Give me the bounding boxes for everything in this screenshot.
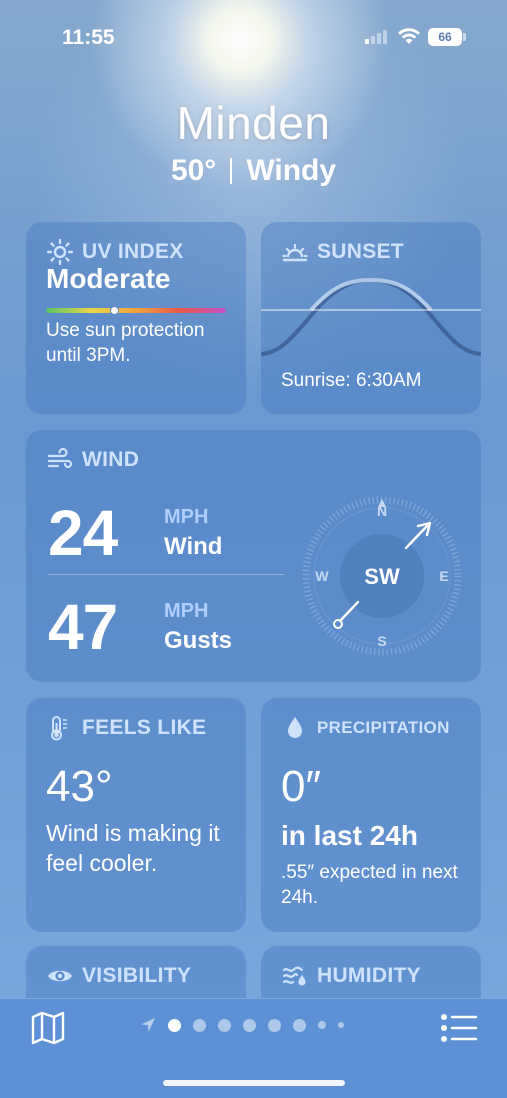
- sunset-card-title: SUNSET: [281, 238, 404, 266]
- precip-description: .55″ expected in next 24h.: [281, 862, 458, 908]
- raindrop-icon: [288, 717, 302, 738]
- wind-speed-unit-group: MPH Wind: [164, 506, 222, 561]
- sunset-title: SUNSET: [317, 240, 404, 263]
- feels-like-card[interactable]: FEELS LIKE 43° Wind is making it feel co…: [26, 698, 246, 932]
- city-name: Minden: [176, 97, 331, 149]
- condition-text: Windy: [246, 154, 337, 187]
- wind-gusts-unit: MPH: [164, 599, 209, 622]
- feels-like-value: 43°: [46, 762, 113, 811]
- humidity-icon: [282, 966, 306, 986]
- wind-divider: [48, 574, 284, 575]
- sunset-card[interactable]: SUNSET Sunrise: 6:30AM: [261, 222, 481, 414]
- wind-card-title: WIND: [46, 446, 139, 474]
- page-dot[interactable]: [318, 1021, 326, 1029]
- feels-like-description: Wind is making it feel cooler.: [46, 820, 220, 876]
- current-conditions: 50° Windy: [0, 154, 507, 188]
- eye-icon: [48, 970, 72, 982]
- wind-speed-value: 24: [48, 497, 118, 569]
- sunset-icon: [282, 243, 308, 262]
- wind-gusts-row: 47 MPH Gusts: [48, 590, 232, 664]
- uv-scale-bar: [46, 308, 226, 313]
- feels-title: FEELS LIKE: [82, 716, 207, 739]
- uv-scale-indicator: [110, 306, 119, 315]
- uv-index-card[interactable]: UV INDEX Moderate Use sun protection unt…: [26, 222, 246, 414]
- page-dot[interactable]: [293, 1018, 306, 1032]
- precip-value: 0″: [281, 762, 322, 811]
- wind-gusts-label: Gusts: [164, 626, 233, 654]
- page-dot[interactable]: [168, 1018, 181, 1032]
- compass-west: W: [315, 568, 329, 584]
- wind-icon: [47, 447, 73, 469]
- separator: [230, 158, 233, 184]
- wind-speed-row: 24 MPH Wind: [48, 496, 222, 570]
- precipitation-card[interactable]: PRECIPITATION 0″ in last 24h .55″ expect…: [261, 698, 481, 932]
- wind-speed-unit: MPH: [164, 505, 209, 528]
- wind-speed-label: Wind: [164, 532, 223, 560]
- compass-south: S: [377, 633, 386, 649]
- status-time: 11:55: [62, 26, 115, 49]
- precip-title: PRECIPITATION: [317, 718, 450, 737]
- list-icon[interactable]: [440, 1013, 478, 1043]
- precip-card-title: PRECIPITATION: [281, 714, 450, 742]
- wind-title: WIND: [82, 448, 140, 471]
- page-indicator[interactable]: [140, 1017, 344, 1033]
- page-dot[interactable]: [218, 1018, 231, 1032]
- page-dot[interactable]: [193, 1018, 206, 1032]
- wifi-icon: [398, 28, 420, 44]
- compass-east: E: [439, 568, 448, 584]
- wind-gusts-value: 47: [48, 591, 118, 663]
- sunrise-time: Sunrise: 6:30AM: [281, 370, 422, 391]
- status-bar: 11:55 66: [0, 0, 507, 70]
- thermometer-icon: [51, 716, 67, 741]
- humidity-title: HUMIDITY: [317, 964, 421, 987]
- map-icon[interactable]: [30, 1011, 66, 1045]
- battery-icon: 66: [428, 28, 462, 46]
- visibility-title: VISIBILITY: [82, 964, 192, 987]
- page-dot[interactable]: [243, 1018, 256, 1032]
- current-temp: 50°: [170, 154, 217, 187]
- page-dot[interactable]: [338, 1022, 344, 1028]
- uv-description: Use sun protection until 3PM.: [46, 320, 205, 366]
- sun-path-curve: [261, 277, 481, 356]
- sun-icon: [46, 238, 74, 266]
- location-header: Minden 50° Windy: [0, 96, 507, 188]
- uv-level: Moderate: [46, 268, 171, 290]
- wind-direction: SW: [364, 564, 400, 589]
- humidity-card-title: HUMIDITY: [281, 962, 421, 990]
- page-dot[interactable]: [268, 1018, 281, 1032]
- battery-tip: [463, 33, 466, 41]
- home-indicator[interactable]: [163, 1080, 345, 1086]
- location-arrow-icon[interactable]: [140, 1017, 156, 1033]
- feels-card-title: FEELS LIKE: [46, 714, 206, 742]
- cellular-signal-icon: [365, 30, 387, 44]
- uv-card-title: UV INDEX: [46, 238, 184, 266]
- precip-period: in last 24h: [281, 820, 418, 851]
- wind-gusts-unit-group: MPH Gusts: [164, 600, 232, 655]
- wind-compass: N S W E SW: [302, 496, 462, 656]
- uv-title: UV INDEX: [82, 240, 184, 263]
- visibility-card-title: VISIBILITY: [46, 962, 191, 990]
- wind-card[interactable]: WIND 24 MPH Wind 47 MPH Gusts N S W E SW: [26, 430, 481, 682]
